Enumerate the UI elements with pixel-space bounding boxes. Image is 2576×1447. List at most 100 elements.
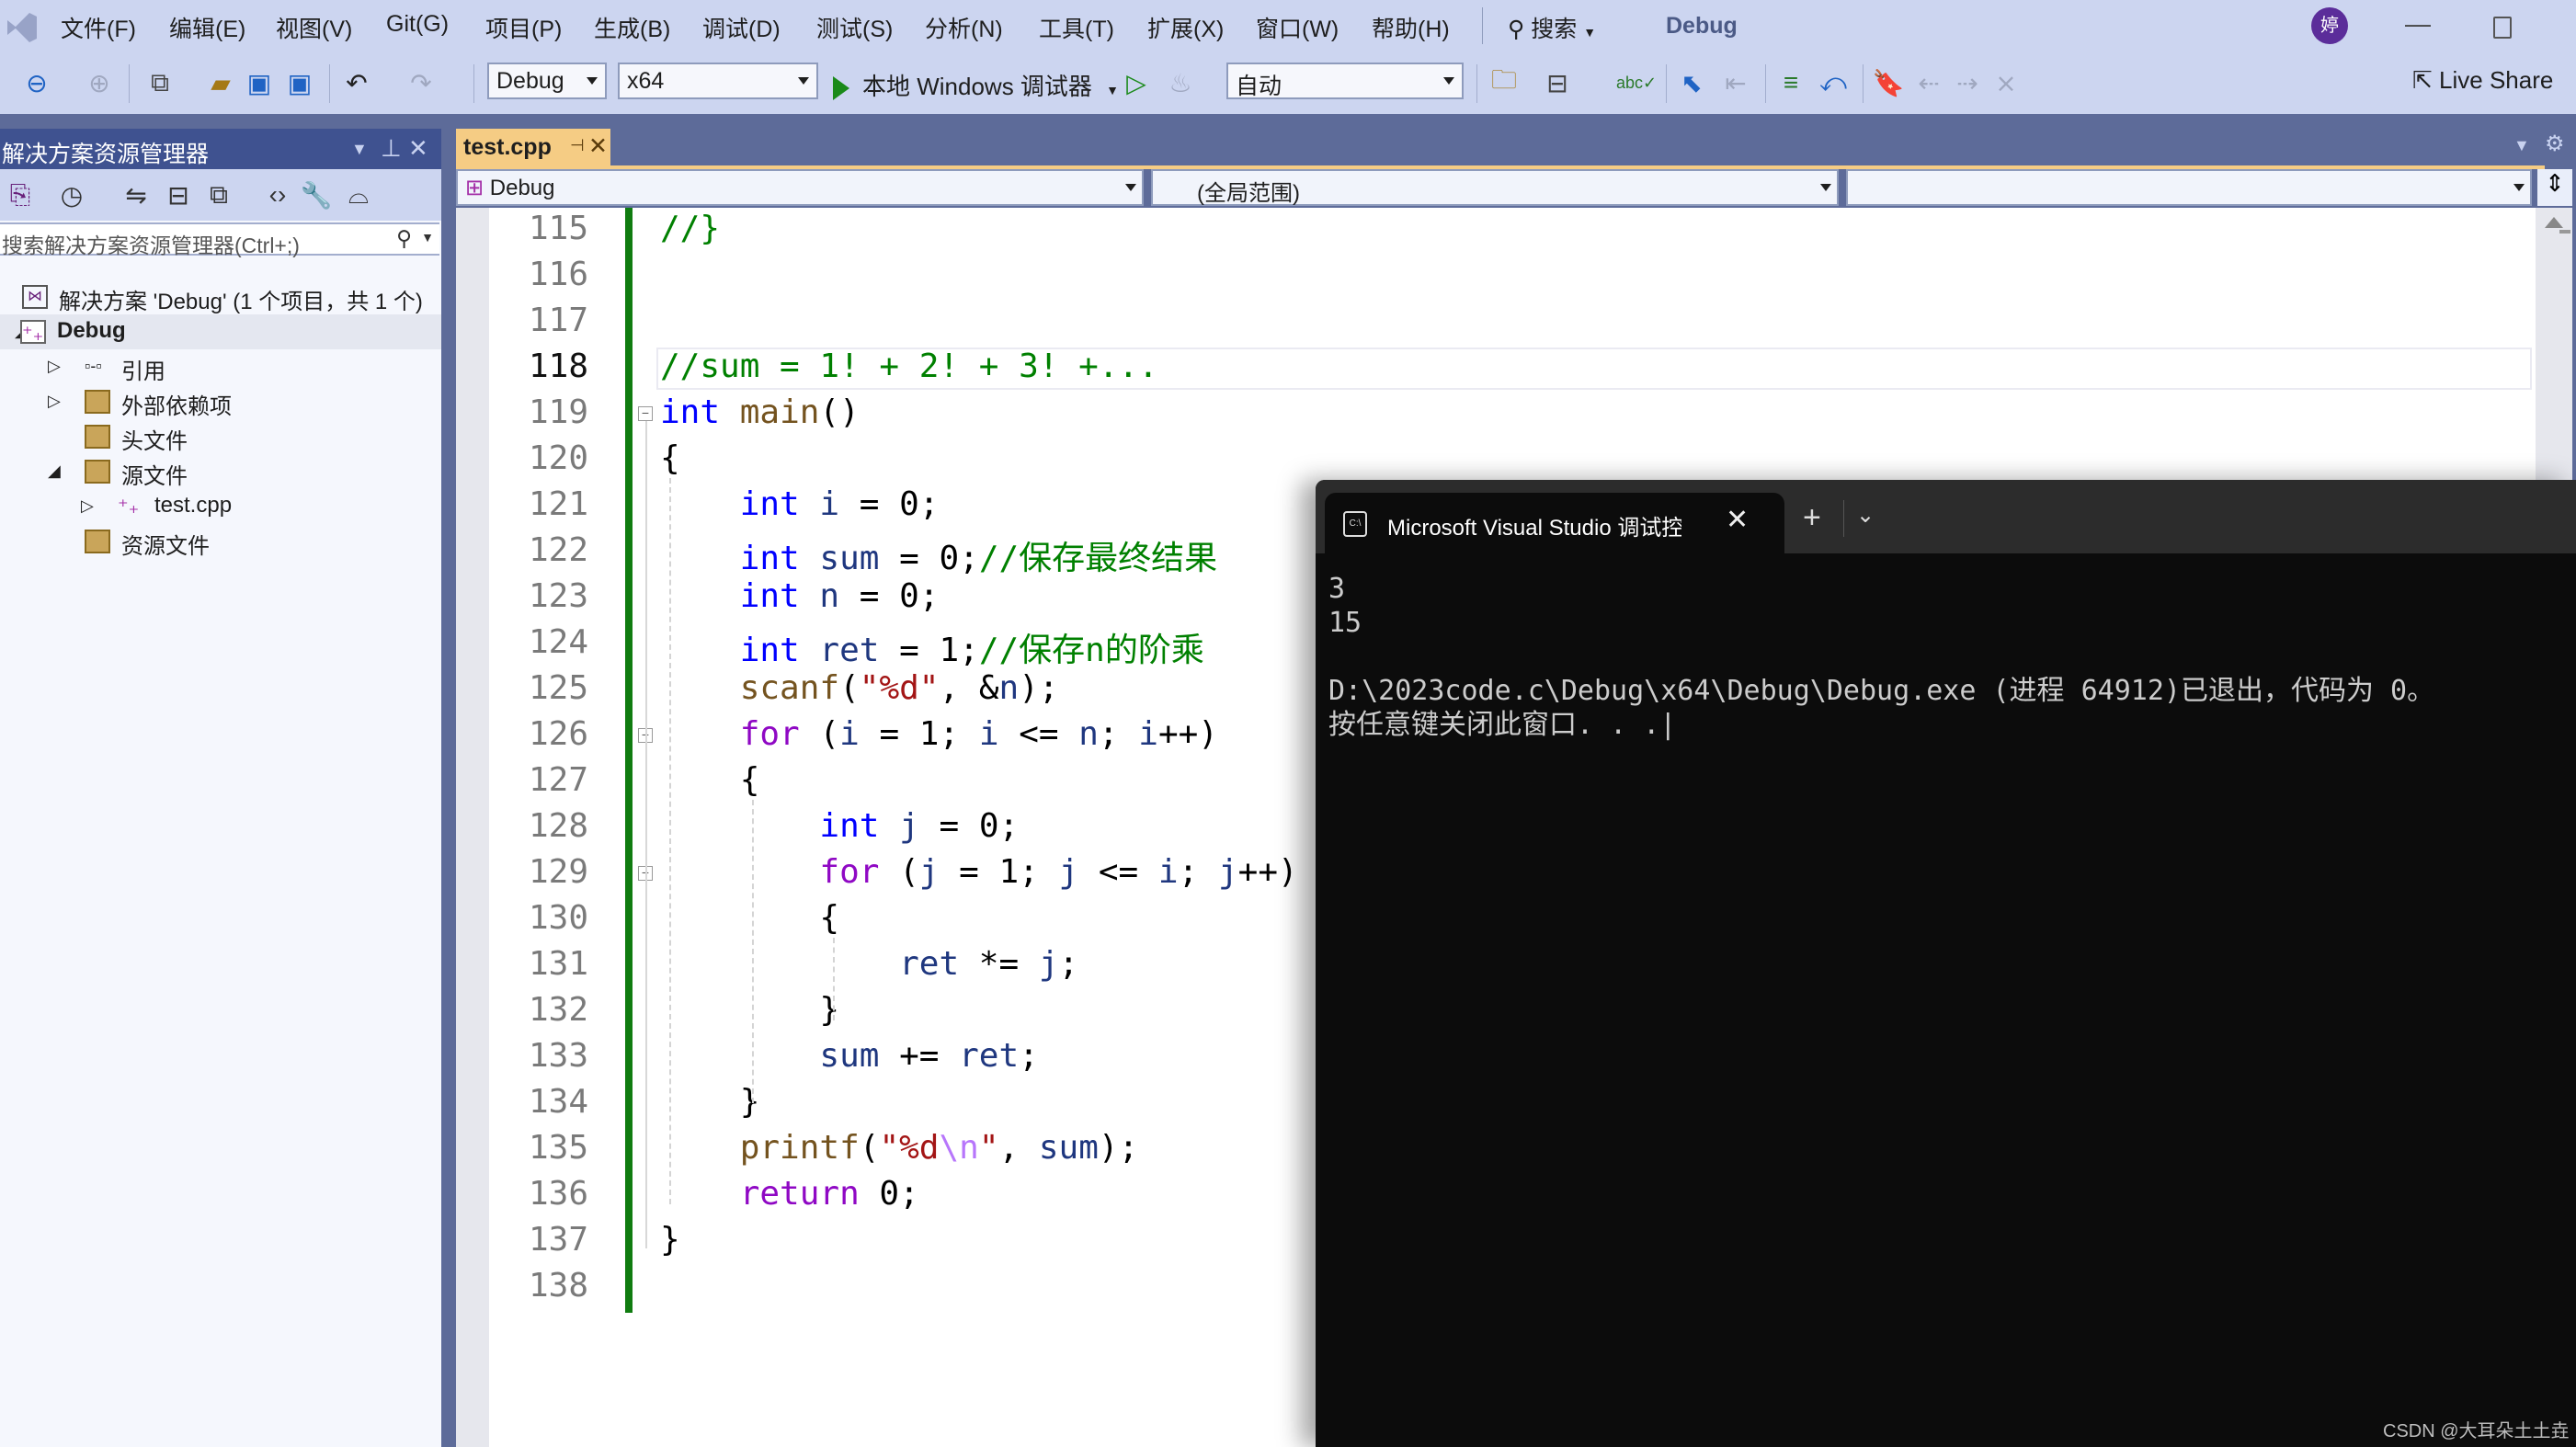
code-line[interactable]: printf("%d\n", sum); [660,1129,1139,1167]
scope-nav-select[interactable]: (全局范围) [1151,169,1839,206]
tree-item[interactable]: 资源文件 [0,524,441,559]
menu-item[interactable]: 文件(F) [61,11,136,44]
spell-check-icon[interactable]: abc✓ [1616,66,1657,99]
expand-arrow-icon[interactable]: ▷ [48,392,61,411]
tree-item[interactable]: ▷ ⁺₊ test.cpp [0,489,441,524]
menu-item[interactable]: Git(G) [386,11,449,38]
menu-item[interactable]: 窗口(W) [1256,11,1339,44]
save-all-icon[interactable]: ▣ [283,66,316,99]
collapse-all-icon[interactable]: ⊟ [162,178,195,211]
code-line[interactable]: int n = 0; [660,577,940,615]
settings-gear-icon[interactable]: ⚙ [2545,131,2565,157]
code-line[interactable]: scanf("%d", &n); [660,669,1059,707]
navigate-back-icon[interactable]: ⊖ [20,66,53,99]
menu-item[interactable]: 分析(N) [925,11,1003,44]
menu-item[interactable]: 视图(V) [276,11,352,44]
redo-icon[interactable]: ↷ [405,66,438,99]
navigate-forward-icon[interactable]: ⊕ [83,66,116,99]
code-line[interactable]: } [660,1221,680,1259]
menu-item[interactable]: 帮助(H) [1372,11,1450,44]
code-line[interactable]: for (j = 1; j <= i; j++) [660,853,1297,891]
tree-item[interactable]: ⋈ 解决方案 'Debug' (1 个项目，共 1 个) [0,279,441,314]
close-icon[interactable]: ✕ [408,134,428,163]
solution-configuration-select[interactable]: Debug [487,63,607,99]
show-all-files-icon[interactable]: ⧉ [202,178,235,211]
pin-icon[interactable]: ⊥ [381,134,402,163]
tree-item[interactable]: ▷ ▫-▫ 引用 [0,349,441,384]
clear-bookmarks-icon[interactable]: ⨯ [1989,66,2023,99]
view-code-icon[interactable]: ‹› [261,178,294,211]
save-icon[interactable]: ▣ [243,66,276,99]
switch-views-icon[interactable]: ⎘ [4,178,37,211]
hot-reload-icon[interactable]: ♨ [1164,66,1197,99]
code-line[interactable]: //} [660,210,720,247]
outdent-icon[interactable]: ⇤ [1719,66,1752,99]
code-line[interactable]: for (i = 1; i <= n; i++) [660,715,1218,753]
tree-item[interactable]: 头文件 [0,419,441,454]
close-tab-icon[interactable]: ✕ [1726,504,1749,536]
step-into-icon[interactable]: ⬉ [1675,66,1708,99]
expand-arrow-icon[interactable]: ▷ [81,496,94,516]
code-line[interactable]: } [660,1083,760,1121]
search-options-dropdown-icon[interactable]: ▼ [421,230,434,245]
window-layout-icon[interactable]: ⊟ [1541,66,1574,99]
expand-arrow-icon[interactable]: ▷ [48,357,61,376]
code-line[interactable]: ret *= j; [660,945,1078,983]
start-debugging-button[interactable]: 本地 Windows 调试器 ▼ [833,68,1119,102]
previous-bookmark-icon[interactable]: ⇠ [1912,66,1945,99]
close-tab-icon[interactable]: ✕ [588,132,608,160]
properties-wrench-icon[interactable]: 🔧 [300,178,333,211]
solution-explorer-search-input[interactable]: 搜索解决方案资源管理器(Ctrl+;) ⚲ ▼ [0,222,439,257]
code-line[interactable]: } [660,991,839,1029]
pending-changes-filter-icon[interactable]: ◷ [55,178,88,211]
undo-icon[interactable]: ↶ [340,66,373,99]
live-share-button[interactable]: ⇱ Live Share [2412,66,2553,95]
open-file-icon[interactable]: ▰ [204,66,237,99]
restore-button[interactable] [2493,17,2512,39]
code-line[interactable]: { [660,761,760,799]
code-line[interactable]: int ret = 1;//保存n的阶乘 [660,623,1204,671]
menu-item[interactable]: 项目(P) [485,11,562,44]
code-line[interactable]: int j = 0; [660,807,1019,845]
code-line[interactable]: //sum = 1! + 2! + 3! +... [660,348,1158,385]
next-bookmark-icon[interactable]: ⇢ [1951,66,1984,99]
window-position-dropdown-icon[interactable]: ▼ [351,140,368,159]
console-tab[interactable]: C:\ Microsoft Visual Studio 调试控制台 ✕ [1325,493,1784,553]
code-line[interactable]: { [660,439,680,477]
code-line[interactable]: int main() [660,393,860,431]
project-nav-select[interactable]: ⊞ Debug [456,169,1144,206]
debug-mode-select[interactable]: 自动 [1226,63,1464,99]
code-line[interactable]: sum += ret; [660,1037,1038,1075]
new-project-icon[interactable]: ⧉ [143,66,177,99]
split-editor-icon[interactable]: ⇕ [2537,169,2572,206]
start-without-debugging-icon[interactable]: ▷ [1120,66,1153,99]
menu-item[interactable]: 工具(T) [1039,11,1114,44]
bookmark-icon[interactable]: 🔖 [1872,66,1905,99]
menu-item[interactable]: 扩展(X) [1147,11,1224,44]
menu-item[interactable]: 调试(D) [702,11,781,44]
search-menu[interactable]: ⚲ 搜索 ▼ [1508,11,1596,44]
preview-selected-icon[interactable]: ⌓ [342,178,375,211]
tab-list-dropdown-icon[interactable]: ▼ [2513,136,2530,155]
pin-tab-icon[interactable]: ⊣ [570,136,585,155]
menu-item[interactable]: 测试(S) [816,11,893,44]
debug-console-window[interactable]: C:\ Microsoft Visual Studio 调试控制台 ✕ + ⌄ … [1316,480,2576,1447]
tab-test-cpp[interactable]: test.cpp ⊣ ✕ [456,129,610,169]
solution-platform-select[interactable]: x64 [618,63,818,99]
tree-item[interactable]: ▷ 外部依赖项 [0,384,441,419]
comment-lines-icon[interactable]: ≡ [1774,66,1807,99]
chevron-down-icon[interactable]: ⌄ [1856,502,1875,529]
tree-item[interactable]: ◢ 源文件 [0,454,441,489]
code-line[interactable]: { [660,899,839,937]
tree-item[interactable]: ◢⁺₊Debug [0,314,441,349]
collapse-outline-icon[interactable]: − [638,406,653,421]
code-line[interactable]: int sum = 0;//保存最终结果 [660,531,1217,579]
member-nav-select[interactable] [1846,169,2532,206]
code-line[interactable]: return 0; [660,1175,919,1213]
minimize-button[interactable]: — [2405,9,2431,39]
find-in-files-icon[interactable]: 🗀 [1487,65,1521,99]
sync-with-document-icon[interactable]: ⇋ [120,178,153,211]
avatar[interactable]: 婷 [2311,7,2348,44]
collapse-arrow-icon[interactable]: ◢ [48,461,61,481]
scroll-up-icon[interactable] [2545,217,2563,228]
